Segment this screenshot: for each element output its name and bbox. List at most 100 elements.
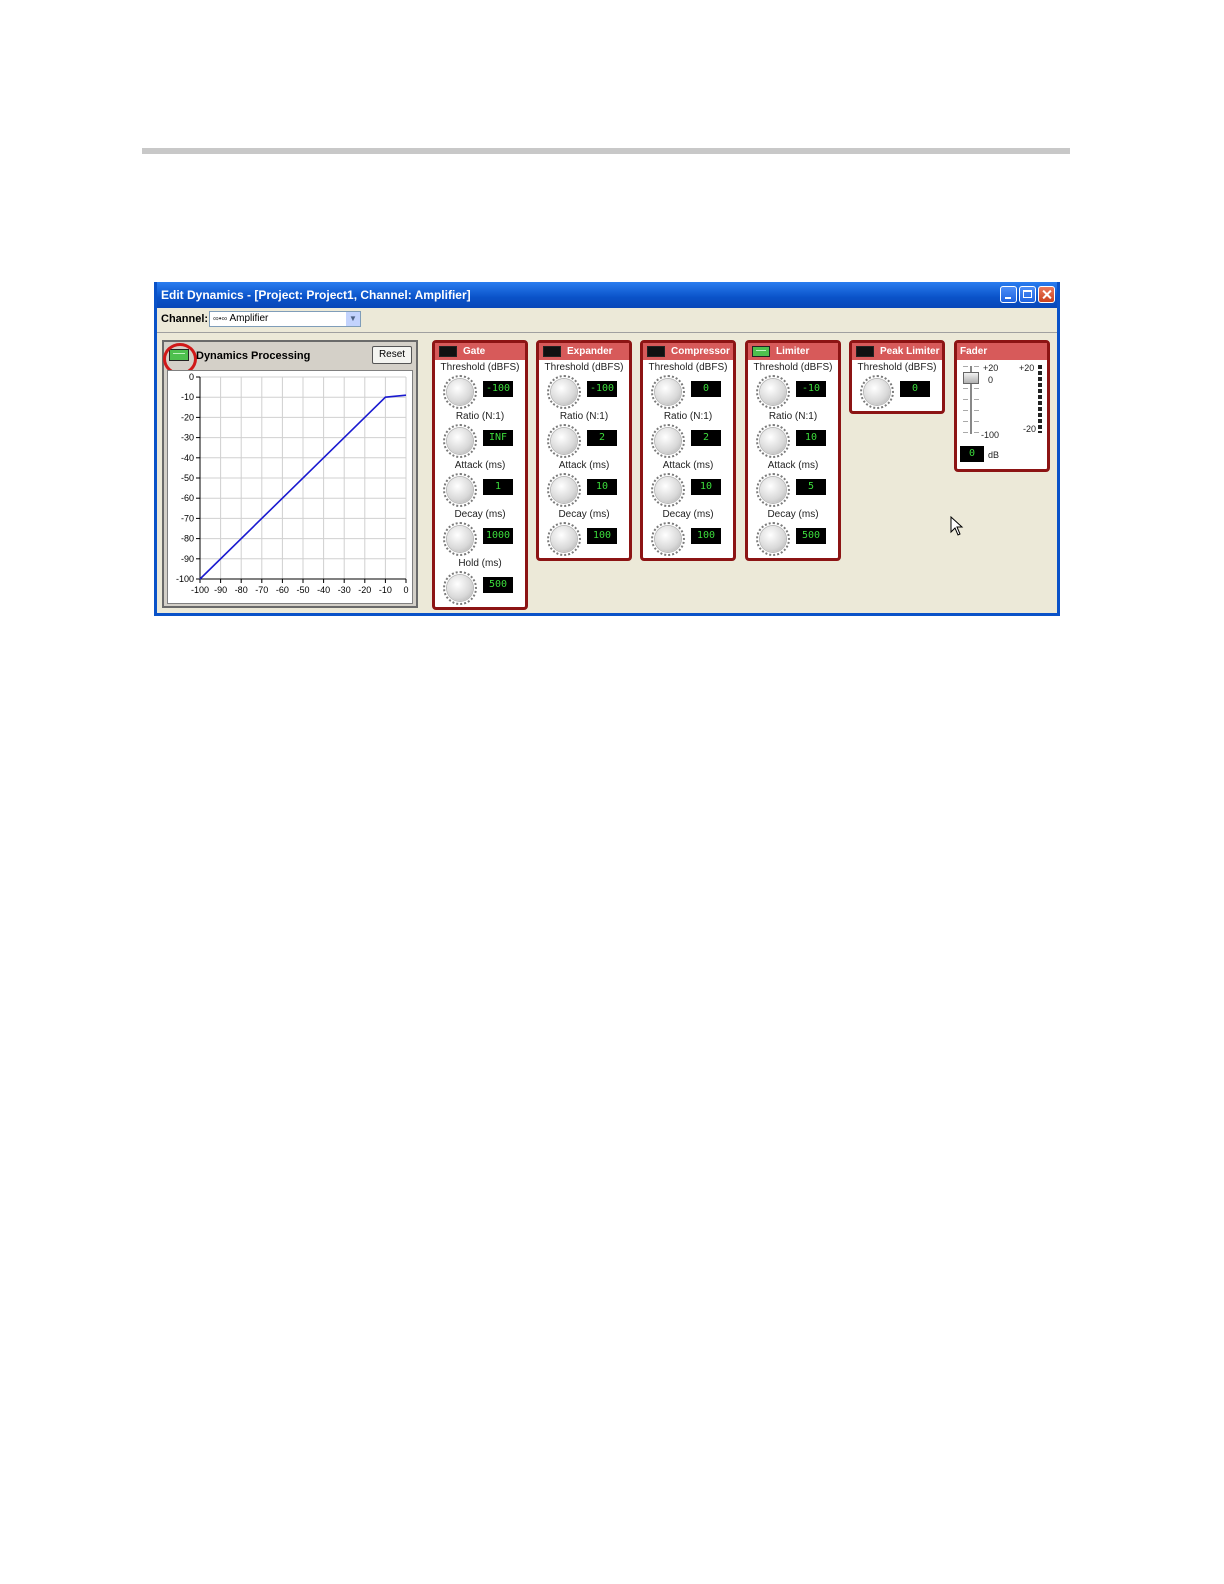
param-value-display[interactable]: 10 (587, 479, 617, 495)
y-tick-label: -100 (176, 574, 194, 584)
param-value-display[interactable]: 100 (691, 528, 721, 544)
param-label: Threshold (dBFS) (753, 362, 833, 373)
minimize-button[interactable] (1000, 286, 1017, 303)
param-row: Threshold (dBFS) -10 (748, 360, 838, 409)
param-row: Decay (ms) 1000 (435, 507, 525, 556)
module-enable-toggle[interactable] (856, 346, 874, 357)
param-value-display[interactable]: 2 (587, 430, 617, 446)
param-knob[interactable] (756, 473, 790, 507)
param-knob[interactable] (443, 424, 477, 458)
fader-scale-bottom: -100 (981, 430, 1000, 440)
param-value-display[interactable]: 10 (691, 479, 721, 495)
x-tick-label: -30 (338, 585, 351, 595)
param-value-display[interactable]: 1 (483, 479, 513, 495)
param-label: Ratio (N:1) (663, 411, 713, 422)
x-tick-label: -50 (296, 585, 309, 595)
param-knob[interactable] (547, 424, 581, 458)
param-row: Attack (ms) 1 (435, 458, 525, 507)
param-label: Decay (ms) (662, 509, 714, 520)
param-knob[interactable] (443, 473, 477, 507)
module-header: Compressor (643, 343, 733, 360)
channel-label: Channel: (161, 313, 209, 325)
level-meter (1038, 365, 1042, 433)
param-knob[interactable] (651, 375, 685, 409)
close-button[interactable] (1038, 286, 1055, 303)
page-divider (142, 148, 1070, 154)
channel-bar: Channel: ∞•∞ Amplifier ▼ (157, 308, 1057, 333)
window-title: Edit Dynamics - [Project: Project1, Chan… (161, 288, 471, 302)
fader-scale-zero: 0 (988, 375, 994, 385)
param-label: Attack (ms) (558, 460, 610, 471)
module-title: Peak Limiter (880, 346, 940, 357)
x-tick-label: -20 (358, 585, 371, 595)
window-client-area: Channel: ∞•∞ Amplifier ▼ Dynamics Proces… (157, 308, 1057, 613)
module-header: Peak Limiter (852, 343, 942, 360)
param-value-display[interactable]: 0 (691, 381, 721, 397)
param-value-display[interactable]: 100 (587, 528, 617, 544)
param-row: Attack (ms) 10 (539, 458, 629, 507)
channel-select[interactable]: ∞•∞ Amplifier ▼ (209, 311, 361, 327)
param-value-display[interactable]: 1000 (483, 528, 513, 544)
y-tick-label: -70 (181, 513, 194, 523)
module-enable-toggle[interactable] (752, 346, 770, 357)
title-bar[interactable]: Edit Dynamics - [Project: Project1, Chan… (157, 282, 1057, 308)
param-label: Threshold (dBFS) (648, 362, 728, 373)
param-knob[interactable] (651, 522, 685, 556)
module-compressor: Compressor Threshold (dBFS) 0 Ratio (N:1) 2 A… (640, 340, 736, 561)
param-value-display[interactable]: -100 (483, 381, 513, 397)
y-tick-label: -60 (181, 493, 194, 503)
param-knob[interactable] (860, 375, 894, 409)
fader-handle[interactable] (963, 372, 979, 384)
param-label: Ratio (N:1) (559, 411, 609, 422)
reset-button[interactable]: Reset (372, 346, 412, 364)
param-row: Attack (ms) 10 (643, 458, 733, 507)
module-header: Expander (539, 343, 629, 360)
param-knob[interactable] (547, 375, 581, 409)
param-knob[interactable] (756, 375, 790, 409)
param-row: Ratio (N:1) 2 (643, 409, 733, 458)
param-row: Threshold (dBFS) -100 (435, 360, 525, 409)
module-enable-toggle[interactable] (543, 346, 561, 357)
param-knob[interactable] (443, 522, 477, 556)
meter-label-top: +20 (1019, 363, 1035, 373)
meter-label-bottom: -20 (1023, 424, 1037, 434)
param-knob[interactable] (756, 522, 790, 556)
module-enable-toggle[interactable] (439, 346, 457, 357)
param-knob[interactable] (547, 473, 581, 507)
fader-value-display[interactable]: 0 (960, 446, 984, 462)
param-value-display[interactable]: 500 (796, 528, 826, 544)
param-knob[interactable] (547, 522, 581, 556)
param-value-display[interactable]: 5 (796, 479, 826, 495)
param-knob[interactable] (443, 571, 477, 605)
param-knob[interactable] (756, 424, 790, 458)
param-value-display[interactable]: 10 (796, 430, 826, 446)
module-title: Limiter (776, 346, 810, 357)
module-title: Gate (463, 346, 486, 357)
param-row: Threshold (dBFS) 0 (852, 360, 942, 409)
module-enable-toggle[interactable] (647, 346, 665, 357)
param-label: Threshold (dBFS) (857, 362, 937, 373)
param-value-display[interactable]: 2 (691, 430, 721, 446)
x-tick-label: -80 (235, 585, 248, 595)
param-row: Threshold (dBFS) 0 (643, 360, 733, 409)
mouse-cursor-icon (950, 516, 964, 536)
chevron-down-icon[interactable]: ▼ (346, 312, 360, 326)
param-knob[interactable] (651, 424, 685, 458)
param-knob[interactable] (443, 375, 477, 409)
module-peak-limiter: Peak Limiter Threshold (dBFS) 0 (849, 340, 945, 414)
param-value-display[interactable]: -10 (796, 381, 826, 397)
param-knob[interactable] (651, 473, 685, 507)
fader-module: Fader +20 0 -100 +20 -20 0 dB (954, 340, 1050, 472)
param-value-display[interactable]: 500 (483, 577, 513, 593)
param-value-display[interactable]: -100 (587, 381, 617, 397)
y-tick-label: -80 (181, 534, 194, 544)
param-value-display[interactable]: INF (483, 430, 513, 446)
fader-scale-top: +20 (983, 363, 999, 373)
param-label: Decay (ms) (558, 509, 610, 520)
fader-title: Fader (957, 343, 1047, 360)
maximize-button[interactable] (1019, 286, 1036, 303)
param-value-display[interactable]: 0 (900, 381, 930, 397)
x-tick-label: -40 (317, 585, 330, 595)
dynamics-processing-panel: Dynamics Processing Reset -100 -90 -80 -70-… (162, 340, 418, 608)
module-title: Expander (567, 346, 613, 357)
